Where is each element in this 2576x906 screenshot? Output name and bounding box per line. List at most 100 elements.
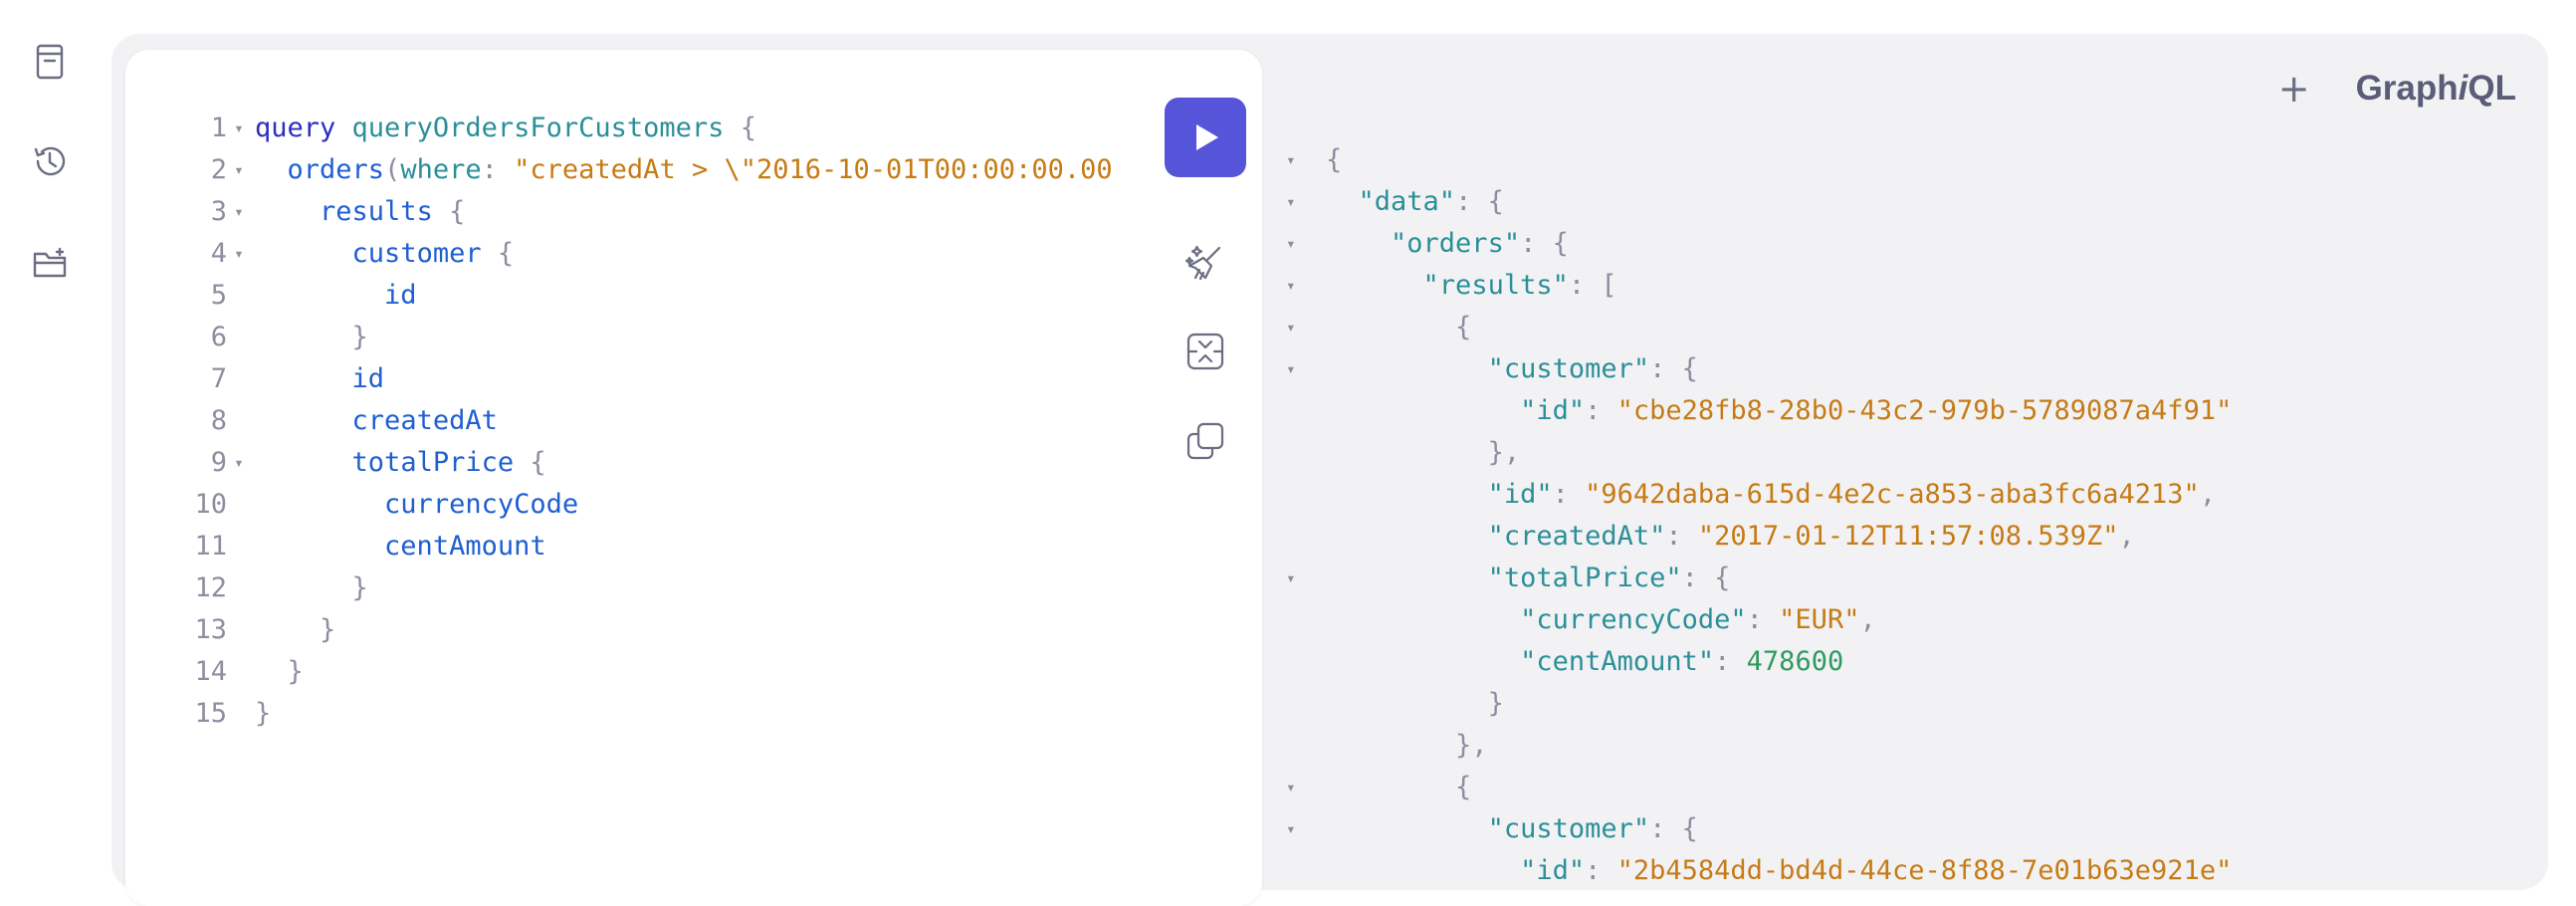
code-token: } — [287, 656, 304, 687]
code-line[interactable]: 4 ▾ customer { — [165, 233, 1113, 275]
code-line[interactable]: 2 ▾ orders(where: "createdAt > \"2016-10-… — [165, 149, 1113, 191]
graphiql-logo: GraphiQL — [2355, 69, 2516, 108]
fold-arrow-icon[interactable]: ▾ — [227, 108, 251, 149]
code-line[interactable]: 5 id — [165, 275, 1113, 317]
fold-arrow-icon[interactable]: ▾ — [1286, 808, 1326, 850]
code-text: customer { — [251, 233, 515, 275]
fold-arrow-icon[interactable]: ▾ — [1286, 348, 1326, 390]
fold-arrow-icon[interactable]: ▾ — [227, 233, 251, 275]
prettify-button[interactable] — [1179, 235, 1232, 289]
code-line[interactable]: 3 ▾ results { — [165, 191, 1113, 233]
result-text: }, — [1326, 432, 1521, 474]
code-line[interactable]: 14 } — [165, 651, 1113, 693]
code-token: "createdAt > \"2016-10-01T00:00:00.00 — [514, 154, 1113, 185]
code-token: } — [351, 572, 368, 603]
code-line[interactable]: 11 centAmount — [165, 526, 1113, 567]
result-line: "id": "9642daba-615d-4e2c-a853-aba3fc6a4… — [1286, 474, 2232, 516]
copy-query-button[interactable] — [1179, 414, 1232, 468]
result-line: ▾ { — [1286, 767, 2232, 808]
code-line[interactable]: 10 currencyCode — [165, 484, 1113, 526]
result-text: "customer": { — [1326, 348, 1698, 390]
copy-icon — [1186, 422, 1224, 460]
line-number: 1 — [210, 113, 227, 143]
fold-arrow-icon[interactable]: ▾ — [227, 442, 251, 484]
fold-gutter — [227, 484, 251, 526]
fold-arrow-icon[interactable]: ▾ — [1286, 181, 1326, 223]
fold-arrow-icon[interactable]: ▾ — [1286, 767, 1326, 808]
collections-button[interactable] — [22, 235, 78, 291]
fold-arrow-icon[interactable]: ▾ — [1286, 558, 1326, 599]
code-text: } — [251, 651, 304, 693]
code-token: } — [320, 614, 336, 645]
code-line[interactable]: 7 id — [165, 358, 1113, 400]
code-line[interactable]: 8 createdAt — [165, 400, 1113, 442]
result-text: "orders": { — [1326, 223, 1569, 265]
code-token: "2017-01-12T11:57:08.539Z" — [1697, 521, 2119, 552]
merge-fragments-button[interactable] — [1179, 325, 1232, 378]
query-editor[interactable]: 1 ▾ query queryOrdersForCustomers {2 ▾ orde… — [125, 50, 1262, 906]
merge-icon — [1186, 333, 1224, 370]
header-bar: + GraphiQL — [2278, 64, 2516, 113]
line-number: 11 — [194, 531, 227, 562]
line-number: 4 — [210, 238, 227, 269]
query-code[interactable]: 1 ▾ query queryOrdersForCustomers {2 ▾ orde… — [165, 108, 1113, 735]
history-button[interactable] — [22, 133, 78, 189]
fold-gutter — [227, 275, 251, 317]
code-token: : { — [1681, 563, 1731, 593]
add-tab-button[interactable]: + — [2278, 70, 2310, 108]
code-text: } — [251, 609, 335, 651]
code-token: "customer" — [1487, 813, 1650, 844]
result-text: "currencyCode": "EUR", — [1326, 599, 1876, 641]
fold-gutter — [227, 651, 251, 693]
result-text: "centAmount": 478600 — [1326, 641, 1843, 683]
code-token: { — [449, 196, 466, 227]
result-line: "id": "2b4584dd-bd4d-44ce-8f88-7e01b63e9… — [1286, 850, 2232, 892]
run-query-button[interactable] — [1165, 98, 1246, 177]
fold-arrow-icon[interactable]: ▾ — [1286, 223, 1326, 265]
fold-arrow-icon[interactable]: ▾ — [227, 191, 251, 233]
line-number: 7 — [210, 363, 227, 394]
code-line[interactable]: 15} — [165, 693, 1113, 735]
code-token: : [ — [1568, 270, 1617, 301]
code-token: : — [1585, 395, 1617, 426]
fold-arrow-icon[interactable]: ▾ — [1286, 307, 1326, 348]
fold-arrow-icon[interactable]: ▾ — [227, 149, 251, 191]
code-token: "data" — [1358, 186, 1456, 217]
fold-arrow-icon[interactable]: ▾ — [1286, 139, 1326, 181]
code-token: "id" — [1487, 479, 1553, 510]
line-number: 8 — [210, 405, 227, 436]
line-number: 14 — [194, 656, 227, 687]
documentation-button[interactable] — [22, 34, 78, 90]
fold-gutter — [1286, 516, 1326, 558]
result-viewer[interactable]: ▾{▾ "data": {▾ "orders": {▾ "results": [… — [1286, 139, 2232, 892]
prettify-icon — [1184, 245, 1221, 281]
fold-gutter — [1286, 641, 1326, 683]
code-line[interactable]: 9 ▾ totalPrice { — [165, 442, 1113, 484]
fold-arrow-icon[interactable]: ▾ — [1286, 265, 1326, 307]
code-line[interactable]: 13 } — [165, 609, 1113, 651]
code-token: { — [497, 238, 515, 269]
code-line[interactable]: 1 ▾ query queryOrdersForCustomers { — [165, 108, 1113, 149]
result-text: }, — [1326, 725, 1488, 767]
result-text: { — [1326, 767, 1471, 808]
history-icon — [34, 146, 66, 176]
code-token: centAmount — [384, 531, 546, 562]
code-line[interactable]: 6 } — [165, 317, 1113, 358]
line-number: 2 — [210, 154, 227, 185]
code-token: : — [1714, 646, 1747, 677]
code-token: "totalPrice" — [1487, 563, 1682, 593]
code-token: totalPrice — [351, 447, 515, 478]
code-token: : — [1665, 521, 1698, 552]
code-line[interactable]: 12 } — [165, 567, 1113, 609]
